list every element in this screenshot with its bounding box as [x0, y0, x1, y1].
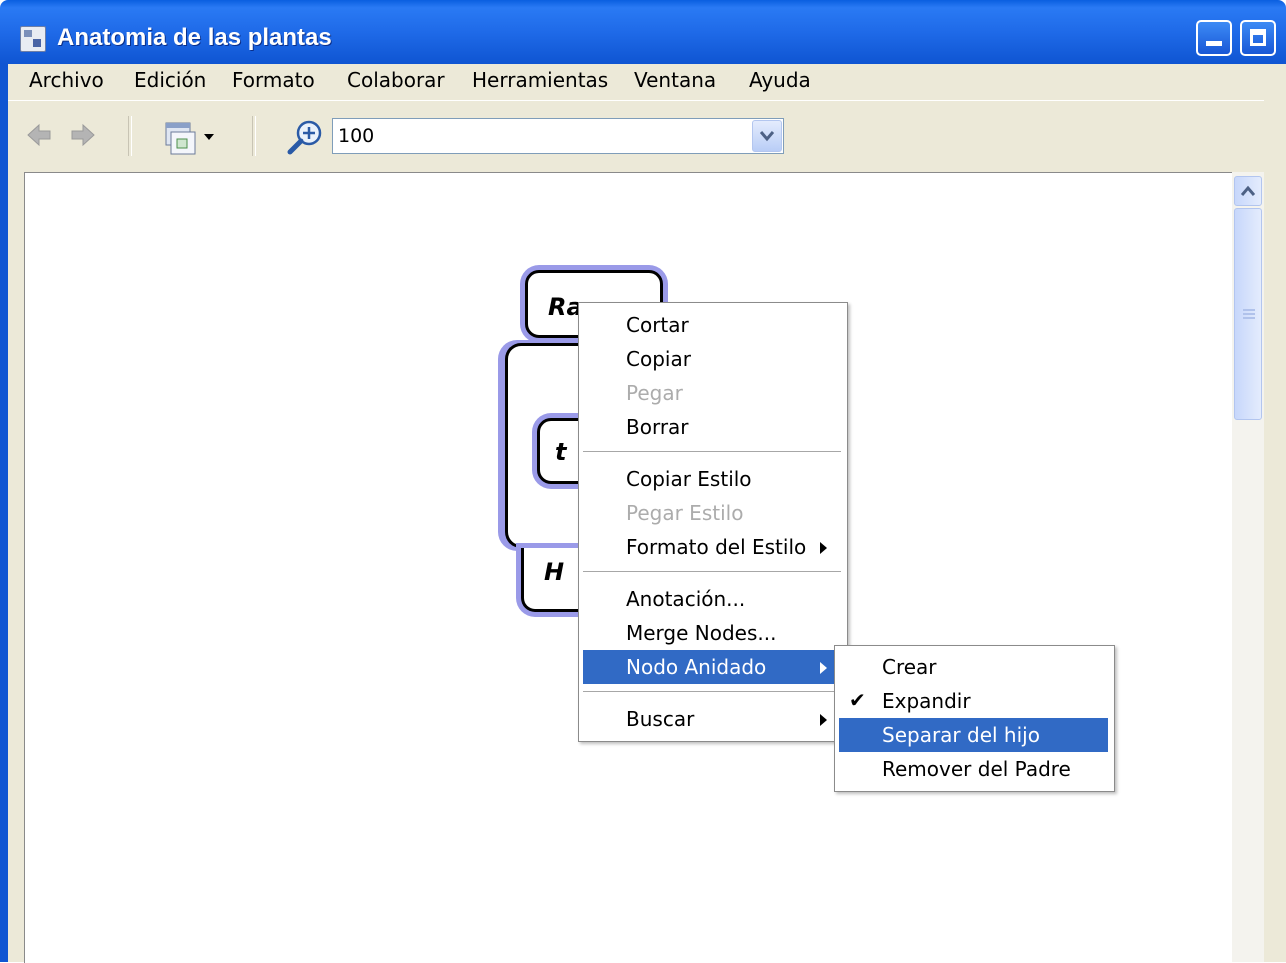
zoom-value: 100: [338, 125, 375, 147]
menu-item-formato-estilo[interactable]: Formato del Estilo: [581, 530, 845, 564]
menu-item-copiar-estilo[interactable]: Copiar Estilo: [581, 462, 845, 496]
chevron-up-icon: [1241, 185, 1255, 196]
maximize-button[interactable]: [1240, 20, 1276, 56]
menu-item-copiar[interactable]: Copiar: [581, 342, 845, 376]
menu-item-merge-nodes[interactable]: Merge Nodes...: [581, 616, 845, 650]
forward-arrow-icon[interactable]: [70, 122, 96, 148]
canvas-margin: [8, 172, 24, 962]
menu-item-buscar[interactable]: Buscar: [581, 702, 845, 736]
menu-item-anotacion[interactable]: Anotación...: [581, 582, 845, 616]
menu-separator: [583, 691, 841, 693]
menu-archivo[interactable]: Archivo: [29, 68, 104, 92]
title-bar: Anatomia de las plantas: [0, 0, 1286, 64]
context-menu: Cortar Copiar Pegar Borrar Copiar Estilo…: [578, 302, 848, 742]
menu-separator: [583, 571, 841, 573]
menu-item-nodo-anidado[interactable]: Nodo Anidado: [583, 650, 841, 684]
menu-item-cortar[interactable]: Cortar: [581, 308, 845, 342]
menu-colaborar[interactable]: Colaborar: [347, 68, 445, 92]
vertical-scrollbar[interactable]: [1232, 172, 1264, 962]
chevron-down-icon: [760, 131, 774, 142]
submenu-arrow-icon: [820, 714, 827, 726]
toolbar-separator: [128, 116, 132, 156]
menu-formato[interactable]: Formato: [232, 68, 315, 92]
submenu-arrow-icon: [820, 662, 827, 674]
window-title: Anatomia de las plantas: [57, 24, 332, 51]
scroll-up-button[interactable]: [1234, 176, 1262, 206]
menu-edicion[interactable]: Edición: [134, 68, 206, 92]
node-label: H: [544, 558, 565, 586]
app-icon: [20, 26, 46, 52]
toolbar-separator: [252, 116, 256, 156]
checkmark-icon: ✔: [849, 688, 866, 712]
submenu-item-crear[interactable]: Crear: [837, 650, 1112, 684]
menu-herramientas[interactable]: Herramientas: [472, 68, 608, 92]
menu-item-pegar: Pegar: [626, 381, 683, 405]
side-panel-edge: [1264, 100, 1286, 962]
submenu-item-expandir[interactable]: ✔ Expandir: [837, 684, 1112, 718]
scroll-thumb[interactable]: [1234, 208, 1262, 420]
menu-item-borrar[interactable]: Borrar: [581, 410, 845, 444]
submenu-item-remover-padre[interactable]: Remover del Padre: [837, 752, 1112, 786]
zoom-icon[interactable]: [286, 119, 326, 155]
minimize-button[interactable]: [1196, 20, 1232, 56]
view-menu-icon[interactable]: [162, 120, 222, 156]
submenu-item-separar-hijo[interactable]: Separar del hijo: [839, 718, 1108, 752]
back-arrow-icon[interactable]: [26, 122, 52, 148]
menu-item-pegar-estilo: Pegar Estilo: [626, 501, 744, 525]
window-frame-left: [0, 64, 8, 962]
zoom-combobox[interactable]: 100: [332, 118, 784, 154]
node-label: t: [555, 438, 567, 466]
menu-ventana[interactable]: Ventana: [634, 68, 716, 92]
submenu-arrow-icon: [820, 542, 827, 554]
menu-separator: [583, 451, 841, 453]
nodo-anidado-submenu: Crear ✔ Expandir Separar del hijo Remove…: [834, 645, 1115, 792]
zoom-dropdown-button[interactable]: [752, 120, 782, 152]
menu-ayuda[interactable]: Ayuda: [749, 68, 811, 92]
